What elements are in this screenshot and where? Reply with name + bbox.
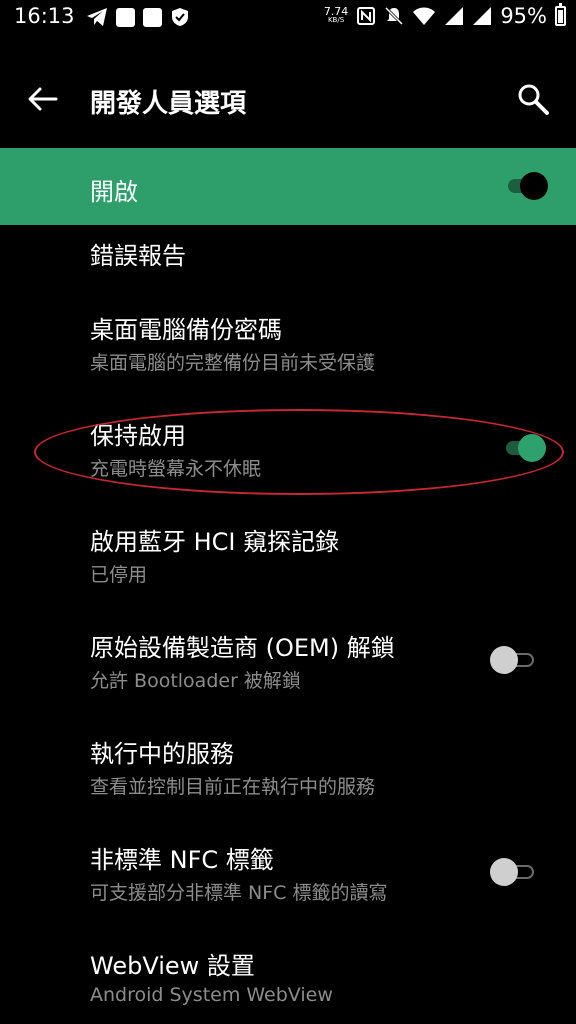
network-speed: 7.74 KB/S (323, 5, 349, 25)
item-title: WebView 設置 (90, 952, 255, 980)
item-subtitle: 已停用 (90, 564, 148, 586)
item-title: 錯誤報告 (90, 242, 186, 270)
list-item-backup-password[interactable]: 桌面電腦備份密碼 桌面電腦的完整備份目前未受保護 (0, 300, 576, 398)
item-subtitle: 允許 Bootloader 被解鎖 (90, 670, 301, 692)
back-arrow-icon[interactable] (26, 82, 60, 116)
notification-icon (143, 7, 162, 27)
status-right: 7.74 KB/S 95% (323, 3, 566, 28)
list-item-nfc-tags[interactable]: 非標準 NFC 標籤 可支援部分非標準 NFC 標籤的讀寫 (0, 830, 576, 928)
status-bar: 16:13 7.74 KB/S 95% (0, 0, 576, 34)
speed-unit: KB/S (327, 16, 345, 24)
mute-icon (385, 6, 404, 26)
item-title: 啟用藍牙 HCI 窺探記錄 (90, 528, 340, 556)
app-bar: 開發人員選項 (0, 64, 576, 136)
battery-icon (555, 3, 566, 26)
toggle-thumb (490, 646, 518, 674)
highlight-annotation (34, 409, 564, 495)
wifi-icon (413, 7, 436, 25)
item-subtitle: 可支援部分非標準 NFC 標籤的讀寫 (90, 882, 388, 904)
item-subtitle: 桌面電腦的完整備份目前未受保護 (90, 352, 376, 374)
shield-icon (172, 8, 188, 26)
oem-unlock-toggle[interactable] (490, 646, 534, 674)
item-subtitle: Android System WebView (90, 984, 333, 1006)
list-item-webview[interactable]: WebView 設置 Android System WebView (0, 936, 576, 1024)
page-title: 開發人員選項 (90, 89, 247, 119)
list-item-bluetooth-hci[interactable]: 啟用藍牙 HCI 窺探記錄 已停用 (0, 512, 576, 610)
nfc-tags-toggle[interactable] (490, 858, 534, 886)
notification-icons (86, 7, 190, 27)
nfc-icon (357, 7, 376, 25)
list-item-bug-report[interactable]: 錯誤報告 (0, 226, 576, 296)
battery-percent: 95% (500, 4, 547, 28)
list-item-running-services[interactable]: 執行中的服務 查看並控制目前正在執行中的服務 (0, 724, 576, 822)
item-subtitle: 查看並控制目前正在執行中的服務 (90, 776, 376, 798)
item-title: 執行中的服務 (90, 740, 234, 768)
master-switch-label: 開啟 (90, 178, 138, 206)
item-title: 原始設備製造商 (OEM) 解鎖 (90, 634, 395, 662)
toggle-thumb (490, 858, 518, 886)
master-toggle[interactable] (502, 172, 548, 200)
notification-icon (116, 7, 135, 27)
status-time: 16:13 (14, 4, 75, 28)
telegram-icon (87, 8, 107, 26)
speed-value: 7.74 (323, 5, 349, 18)
item-title: 非標準 NFC 標籤 (90, 846, 274, 874)
search-icon[interactable] (516, 82, 550, 116)
item-title: 桌面電腦備份密碼 (90, 316, 282, 344)
list-item-oem-unlock[interactable]: 原始設備製造商 (OEM) 解鎖 允許 Bootloader 被解鎖 (0, 618, 576, 716)
toggle-thumb (520, 172, 548, 200)
master-switch-bar[interactable]: 開啟 (0, 148, 576, 225)
signal-icon (445, 7, 464, 25)
signal-icon (473, 7, 492, 25)
